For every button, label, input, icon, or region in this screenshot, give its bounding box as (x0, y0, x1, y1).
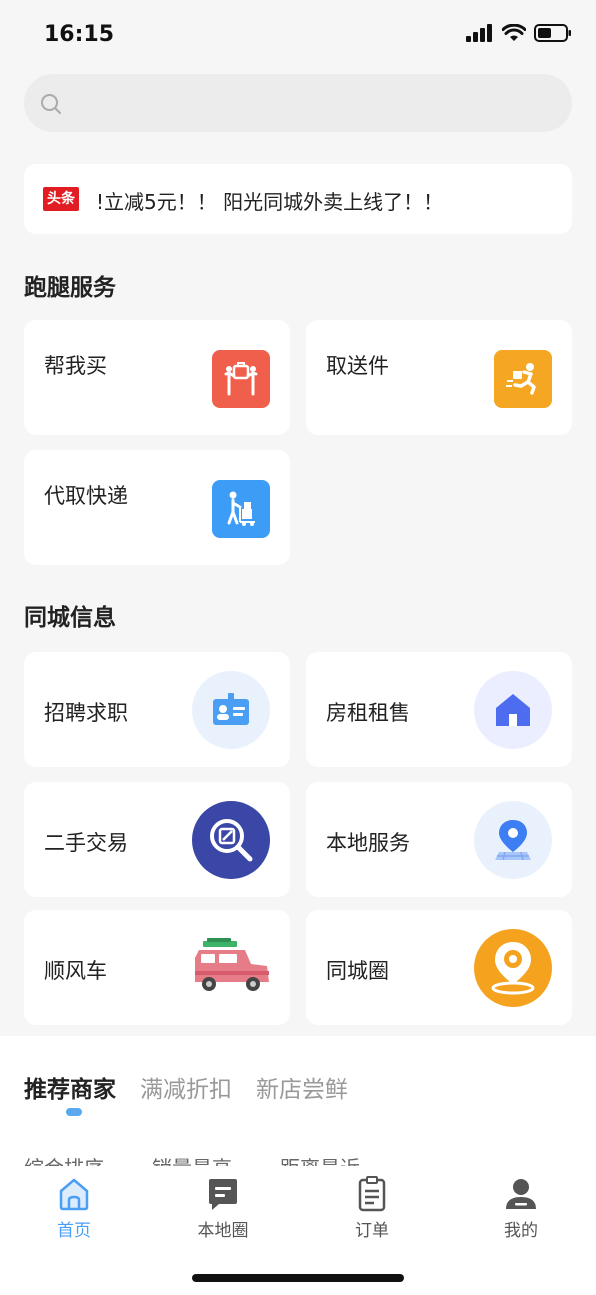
nav-label: 订单 (355, 1221, 389, 1241)
sort-comprehensive[interactable]: 综合排序 (24, 1152, 104, 1166)
errand-section-title: 跑腿服务 (24, 275, 116, 301)
errand-card-express[interactable]: 代取快递 (24, 450, 290, 565)
chat-icon (209, 1179, 237, 1210)
city-card-circle[interactable]: 同城圈 (306, 910, 572, 1025)
nav-label: 首页 (57, 1221, 91, 1241)
tab-recommended[interactable]: 推荐商家 (24, 1070, 116, 1104)
map-pin-gear-icon (474, 929, 552, 1007)
tab-discount[interactable]: 满减折扣 (140, 1070, 232, 1104)
nav-orders[interactable]: 订单 (322, 1176, 422, 1241)
battery-icon (534, 24, 571, 42)
card-label: 顺风车 (44, 959, 107, 983)
wifi-icon (502, 24, 526, 41)
home-icon (59, 1178, 89, 1211)
errand-card-delivery[interactable]: 取送件 (306, 320, 572, 435)
running-courier-icon (494, 350, 552, 408)
city-card-carpool[interactable]: 顺风车 (24, 910, 290, 1025)
tab-indicator (66, 1108, 82, 1116)
nav-label: 我的 (504, 1221, 538, 1241)
card-label: 二手交易 (44, 831, 128, 855)
merchant-tabs: 推荐商家 满减折扣 新店尝鲜 (24, 1070, 348, 1104)
nav-home[interactable]: 首页 (24, 1176, 124, 1241)
card-label: 同城圈 (326, 959, 389, 983)
sort-row: 综合排序 销量最高 距离最近 (24, 1152, 360, 1166)
search-icon (41, 94, 61, 114)
profile-icon (506, 1179, 536, 1209)
parcel-cart-icon (212, 480, 270, 538)
signal-icon (466, 24, 492, 42)
card-label: 代取快递 (44, 484, 128, 508)
city-section-title: 同城信息 (24, 605, 116, 631)
card-label: 本地服务 (326, 831, 410, 855)
news-ticker-text: !立减5元！！ 阳光同城外卖上线了！！ (96, 190, 444, 214)
card-label: 取送件 (326, 354, 389, 378)
card-label: 房租租售 (326, 701, 410, 725)
nav-local-circle[interactable]: 本地圈 (173, 1176, 273, 1241)
location-pin-icon (474, 801, 552, 879)
nav-profile[interactable]: 我的 (471, 1176, 571, 1241)
sort-sales[interactable]: 销量最高 (152, 1152, 232, 1166)
house-icon (474, 671, 552, 749)
status-icons (466, 24, 572, 42)
tab-new-stores[interactable]: 新店尝鲜 (256, 1070, 348, 1104)
errand-card-buy[interactable]: 帮我买 (24, 320, 290, 435)
news-ticker[interactable]: 头条 !立减5元！！ 阳光同城外卖上线了！！ (24, 164, 572, 234)
car-icon (190, 929, 272, 1007)
city-card-local-service[interactable]: 本地服务 (306, 782, 572, 897)
sort-distance[interactable]: 距离最近 (280, 1152, 360, 1166)
headline-badge: 头条 (43, 187, 79, 211)
city-card-housing[interactable]: 房租租售 (306, 652, 572, 767)
search-edit-icon (192, 801, 270, 879)
order-icon (358, 1176, 386, 1212)
shopping-hands-icon (212, 350, 270, 408)
id-card-icon (192, 671, 270, 749)
home-indicator (192, 1274, 404, 1282)
nav-label: 本地圈 (197, 1221, 249, 1241)
status-bar: 16:15 (0, 0, 596, 62)
status-time: 16:15 (44, 22, 115, 47)
card-label: 招聘求职 (44, 701, 128, 725)
search-bar[interactable] (24, 74, 572, 132)
card-label: 帮我买 (44, 354, 107, 378)
city-card-jobs[interactable]: 招聘求职 (24, 652, 290, 767)
city-card-secondhand[interactable]: 二手交易 (24, 782, 290, 897)
